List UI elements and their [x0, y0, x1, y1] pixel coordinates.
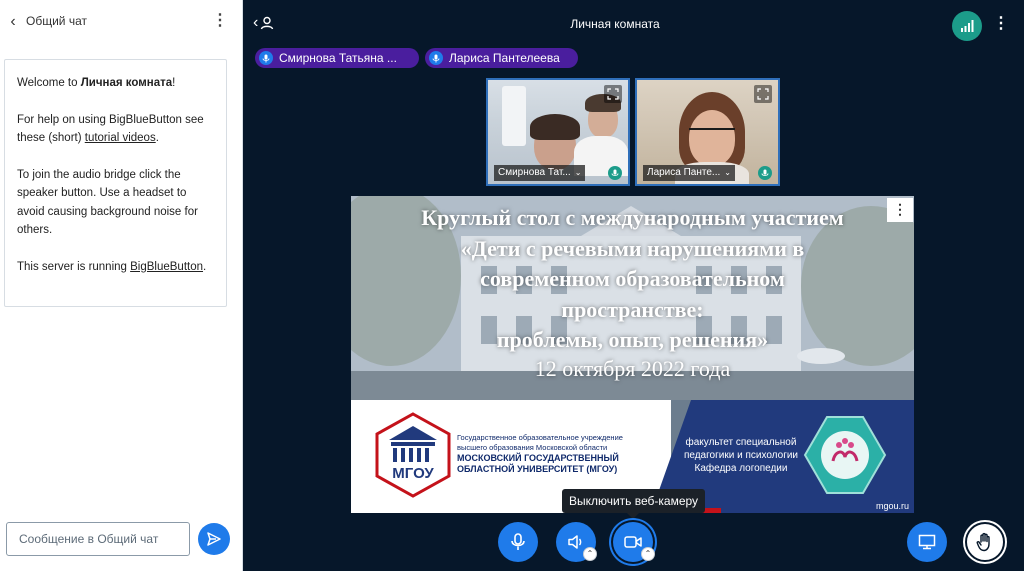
send-message-button[interactable] [198, 523, 230, 555]
help-line: For help on using BigBlueButton see thes… [17, 111, 214, 148]
slide-title-line: пространстве: [561, 296, 704, 322]
talker-name: Лариса Пантелеева [449, 51, 560, 65]
chat-panel: ‹ Общий чат ⋮ Welcome to Личная комната!… [0, 0, 243, 571]
video-user-name: Лариса Панте... [647, 167, 721, 178]
video-tile[interactable]: Смирнова Тат... ⌄ [486, 78, 630, 186]
server-text: This server is running [17, 260, 131, 273]
chevron-left-icon: ‹ [253, 14, 259, 31]
microphone-icon [511, 533, 525, 550]
tooltip-arrow [627, 513, 639, 519]
hand-icon [976, 532, 990, 552]
university-name: Государственное образовательное учрежден… [457, 433, 657, 475]
help-end: . [155, 132, 159, 144]
slide-title-line: современном образовательном [480, 266, 785, 291]
microphone-icon [758, 166, 772, 180]
send-icon [207, 532, 221, 546]
welcome-suffix: ! [172, 77, 176, 89]
slide-title-line: Круглый стол с международным участием [421, 205, 844, 230]
talker-name: Смирнова Татьяна ... [279, 51, 397, 65]
chat-header: ‹ Общий чат ⋮ [0, 0, 243, 44]
fullscreen-icon[interactable] [604, 85, 622, 103]
user-icon [261, 16, 274, 30]
university-line: Государственное образовательное учрежден… [457, 433, 623, 442]
slide-title-line: проблемы, опыт, решения» [496, 327, 769, 352]
chevron-down-icon: ⌄ [724, 168, 731, 177]
microphone-icon [259, 51, 273, 65]
talking-indicator[interactable]: Смирнова Татьяна ... [255, 48, 419, 68]
server-line: This server is running BigBlueButton. [17, 258, 214, 277]
chat-options-icon[interactable]: ⋮ [212, 12, 228, 32]
slide-title: Круглый стол с международным участием «Д… [351, 203, 914, 382]
options-menu-icon[interactable]: ⋮ [993, 14, 1009, 36]
faculty-logo [803, 416, 887, 494]
video-user-name: Смирнова Тат... [498, 167, 571, 178]
signal-bars-icon [961, 20, 974, 32]
presentation-button[interactable] [907, 522, 947, 562]
speaker-icon [568, 535, 582, 549]
welcome-room-name: Личная комната [80, 77, 173, 89]
chevron-left-icon[interactable]: ‹ [6, 12, 20, 32]
university-line: ОБЛАСТНОЙ УНИВЕРСИТЕТ (МГОУ) [457, 464, 618, 474]
slide-title-line: «Дети с речевыми нарушениями в [460, 235, 805, 261]
welcome-message: Welcome to Личная комната! For help on u… [4, 59, 227, 307]
room-title: Личная комната [570, 17, 660, 31]
video-user-dropdown[interactable]: Смирнова Тат... ⌄ [494, 165, 586, 181]
audio-settings-chevron-icon[interactable]: ⌃ [583, 547, 597, 561]
chat-title[interactable]: Общий чат [26, 14, 87, 28]
welcome-prefix: Welcome to [17, 77, 81, 89]
presentation-options-icon[interactable]: ⋮ [887, 198, 913, 222]
toggle-userlist-button[interactable]: ‹ [253, 13, 281, 33]
wall-device [502, 86, 526, 146]
glasses-icon [689, 128, 735, 138]
bigbluebutton-link[interactable]: BigBlueButton [130, 261, 203, 273]
microphone-icon [608, 166, 622, 180]
participant-video [689, 110, 735, 166]
slide-date: 12 октября 2022 года [534, 355, 731, 381]
microphone-icon [429, 51, 443, 65]
video-user-dropdown[interactable]: Лариса Панте... ⌄ [643, 165, 735, 181]
camera-settings-chevron-icon[interactable]: ⌃ [641, 547, 655, 561]
video-tile[interactable]: Лариса Панте... ⌄ [635, 78, 780, 186]
mute-microphone-button[interactable] [498, 522, 538, 562]
camera-tooltip: Выключить веб-камеру [562, 489, 705, 513]
camera-icon [624, 536, 642, 548]
chevron-down-icon: ⌄ [574, 168, 582, 177]
university-logo: МГОУ [375, 412, 451, 498]
server-end: . [203, 260, 207, 273]
participant-hair [530, 114, 580, 140]
tutorial-videos-link[interactable]: tutorial videos [85, 132, 156, 144]
connection-status-button[interactable] [952, 11, 982, 41]
presentation-icon [918, 534, 936, 550]
chat-message-input[interactable] [6, 522, 190, 556]
university-line: МОСКОВСКИЙ ГОСУДАРСТВЕННЫЙ [457, 453, 619, 463]
logo-text: МГОУ [392, 465, 434, 482]
presentation-slide: Круглый стол с международным участием «Д… [351, 196, 914, 513]
audio-help-line: To join the audio bridge click the speak… [17, 168, 198, 237]
fullscreen-icon[interactable] [754, 85, 772, 103]
university-line: высшего образования Московской области [457, 443, 608, 452]
raise-hand-button[interactable] [965, 522, 1005, 562]
slide-url: mgou.ru [875, 501, 909, 511]
talking-indicator[interactable]: Лариса Пантелеева [425, 48, 578, 68]
welcome-line: Welcome to Личная комната! [17, 74, 214, 93]
